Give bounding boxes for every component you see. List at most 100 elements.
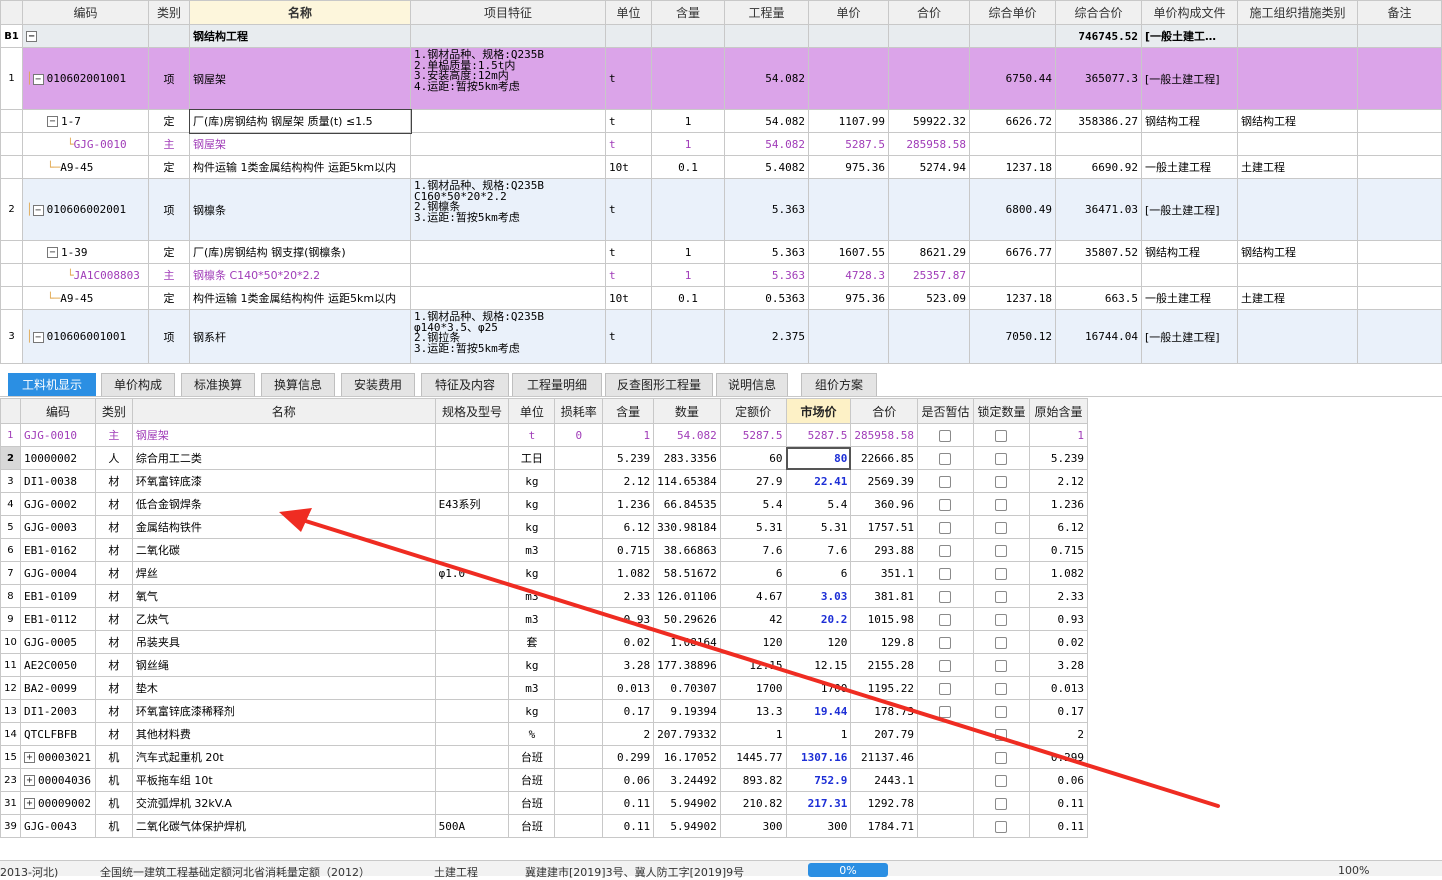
lmm-col-header[interactable]: 市场价 [785, 398, 852, 424]
code-cell[interactable]: GJG-0010 [19, 423, 96, 447]
content-cell[interactable]: 1.082 [602, 561, 655, 585]
spec-cell[interactable] [434, 538, 510, 562]
code-cell[interactable]: BA2-0099 [19, 676, 96, 700]
content-cell[interactable]: 0.02 [602, 630, 655, 654]
content-cell[interactable]: 2.33 [602, 584, 655, 608]
code-cell[interactable]: └─A9-45 [22, 286, 149, 310]
lmm-row[interactable]: 10 GJG-0005 材吊装夹具套 0.02 1.08164 120 120 129.8 0.… [0, 630, 1089, 654]
unit-cell[interactable]: t [605, 47, 652, 110]
code-cell[interactable]: │ −010606002001 [22, 178, 149, 241]
lock-quantity-checkbox[interactable] [995, 797, 1008, 810]
unit-price-cell[interactable]: 975.36 [808, 286, 889, 310]
lock-qty-cell[interactable] [972, 676, 1030, 700]
unit-price-cell[interactable] [808, 309, 889, 364]
lock-quantity-checkbox[interactable] [995, 544, 1008, 557]
loss-rate-cell[interactable] [554, 768, 604, 792]
market-price-cell[interactable]: 80 [785, 446, 852, 470]
lmm-row[interactable]: 4 GJG-0002 材低合金钢焊条 E43系列 kg 1.236 66.84535 5.4 5… [0, 492, 1089, 516]
market-price-cell[interactable]: 22.41 [785, 469, 852, 493]
name-cell[interactable]: 钢檩条 C140*50*20*2.2 [189, 263, 411, 287]
code-cell[interactable]: GJG-0002 [19, 492, 96, 516]
lock-quantity-checkbox[interactable] [995, 659, 1008, 672]
bill-col-header[interactable]: 合价 [888, 0, 970, 25]
lock-quantity-checkbox[interactable] [995, 728, 1008, 741]
market-price-cell[interactable]: 3.03 [785, 584, 852, 608]
lock-quantity-checkbox[interactable] [995, 429, 1008, 442]
content-cell[interactable]: 0.299 [602, 745, 655, 769]
loss-rate-cell[interactable] [554, 492, 604, 516]
provisional-cell[interactable] [917, 630, 974, 654]
loss-rate-cell[interactable] [554, 538, 604, 562]
remark-cell[interactable] [1357, 47, 1442, 110]
lock-qty-cell[interactable] [972, 561, 1030, 585]
zoom-level[interactable]: 100% [1338, 864, 1369, 877]
quantity-cell[interactable]: 58.51672 [653, 561, 721, 585]
lock-qty-cell[interactable] [972, 492, 1030, 516]
code-cell[interactable]: −1-7 [22, 109, 149, 133]
type-cell[interactable]: 定 [148, 109, 190, 133]
lmm-col-header[interactable]: 合价 [850, 398, 918, 424]
lock-qty-cell[interactable] [972, 607, 1030, 631]
price-file-cell[interactable]: 钢结构工程 [1141, 240, 1238, 264]
name-cell[interactable]: 钢丝绳 [131, 653, 436, 677]
tab-3[interactable]: 标准换算 [181, 373, 255, 396]
unit-cell[interactable]: t [605, 240, 652, 264]
unit-cell[interactable]: kg [508, 469, 556, 493]
type-cell[interactable]: 材 [94, 722, 133, 746]
lmm-row[interactable]: 1 GJG-0010 主钢屋架 t 0 1 54.082 5287.5 5287.5 285958… [0, 423, 1089, 447]
lmm-row[interactable]: 23 +00004036 机平板拖车组 10t 台班 0.06 3.24492 893.82… [0, 768, 1089, 792]
provisional-checkbox[interactable] [939, 521, 952, 534]
remark-cell[interactable] [1357, 109, 1442, 133]
type-cell[interactable]: 机 [94, 768, 133, 792]
main-material-row[interactable]: └JA1C008803 主钢檩条 C140*50*20*2.2 t 1 5.363 472… [0, 263, 1442, 287]
quantity-cell[interactable]: 177.38896 [653, 653, 721, 677]
type-cell[interactable]: 定 [148, 286, 190, 310]
unit-cell[interactable]: kg [508, 699, 556, 723]
content-cell[interactable] [651, 309, 725, 364]
lock-quantity-checkbox[interactable] [995, 636, 1008, 649]
lmm-row[interactable]: 2 10000002 人综合用工二类 工日 5.239 283.3356 60 80 22666… [0, 446, 1089, 470]
spec-cell[interactable] [434, 630, 510, 654]
market-price-cell[interactable]: 12.15 [785, 653, 852, 677]
type-cell[interactable]: 材 [94, 492, 133, 516]
lock-qty-cell[interactable] [972, 538, 1030, 562]
lmm-row[interactable]: 3 DI1-0038 材环氧富锌底漆 kg 2.12 114.65384 27.9 22.41… [0, 469, 1089, 493]
loss-rate-cell[interactable]: 0 [554, 423, 604, 447]
remark-cell[interactable] [1357, 263, 1442, 287]
provisional-checkbox[interactable] [939, 590, 952, 603]
lmm-col-header[interactable]: 原始含量 [1028, 398, 1089, 424]
provisional-cell[interactable] [917, 584, 974, 608]
unit-cell[interactable]: 台班 [508, 791, 556, 815]
bill-col-header[interactable]: 施工组织措施类别 [1237, 0, 1358, 25]
type-cell[interactable]: 材 [94, 630, 133, 654]
unit-cell[interactable]: t [605, 132, 652, 156]
bill-item-row[interactable]: 2 │ −010606002001 项钢檩条 1.钢材品种、规格:Q235B C160*… [0, 178, 1442, 241]
price-file-cell[interactable]: 一般土建工程 [1141, 286, 1238, 310]
price-file-cell[interactable] [1141, 132, 1238, 156]
name-cell[interactable]: 钢系杆 [189, 309, 411, 364]
lmm-row[interactable]: 12 BA2-0099 材垫木 m3 0.013 0.70307 1700 1700 1195.… [0, 676, 1089, 700]
unit-cell[interactable]: 台班 [508, 745, 556, 769]
spec-cell[interactable] [434, 469, 510, 493]
price-file-cell[interactable]: 一般土建工程 [1141, 155, 1238, 179]
content-cell[interactable]: 0.715 [602, 538, 655, 562]
quantity-cell[interactable]: 1.08164 [653, 630, 721, 654]
price-file-cell[interactable]: [一般土建工程] [1141, 309, 1238, 364]
code-cell[interactable]: │ −010602001001 [22, 47, 149, 110]
type-cell[interactable]: 主 [148, 263, 190, 287]
quantity-cell[interactable]: 5.363 [724, 178, 809, 241]
name-cell[interactable]: 氧气 [131, 584, 436, 608]
code-cell[interactable]: QTCLFBFB [19, 722, 96, 746]
collapse-icon[interactable]: − [32, 331, 44, 343]
name-cell[interactable]: 综合用工二类 [131, 446, 436, 470]
quantity-cell[interactable]: 66.84535 [653, 492, 721, 516]
lock-qty-cell[interactable] [972, 791, 1030, 815]
code-cell[interactable]: └JA1C008803 [22, 263, 149, 287]
unit-cell[interactable]: 台班 [508, 814, 556, 838]
code-cell[interactable]: EB1-0109 [19, 584, 96, 608]
expand-icon[interactable]: + [23, 798, 35, 809]
name-cell[interactable]: 钢屋架 [189, 47, 411, 110]
provisional-cell[interactable] [917, 768, 974, 792]
unit-cell[interactable]: 工日 [508, 446, 556, 470]
content-cell[interactable]: 1 [651, 109, 725, 133]
